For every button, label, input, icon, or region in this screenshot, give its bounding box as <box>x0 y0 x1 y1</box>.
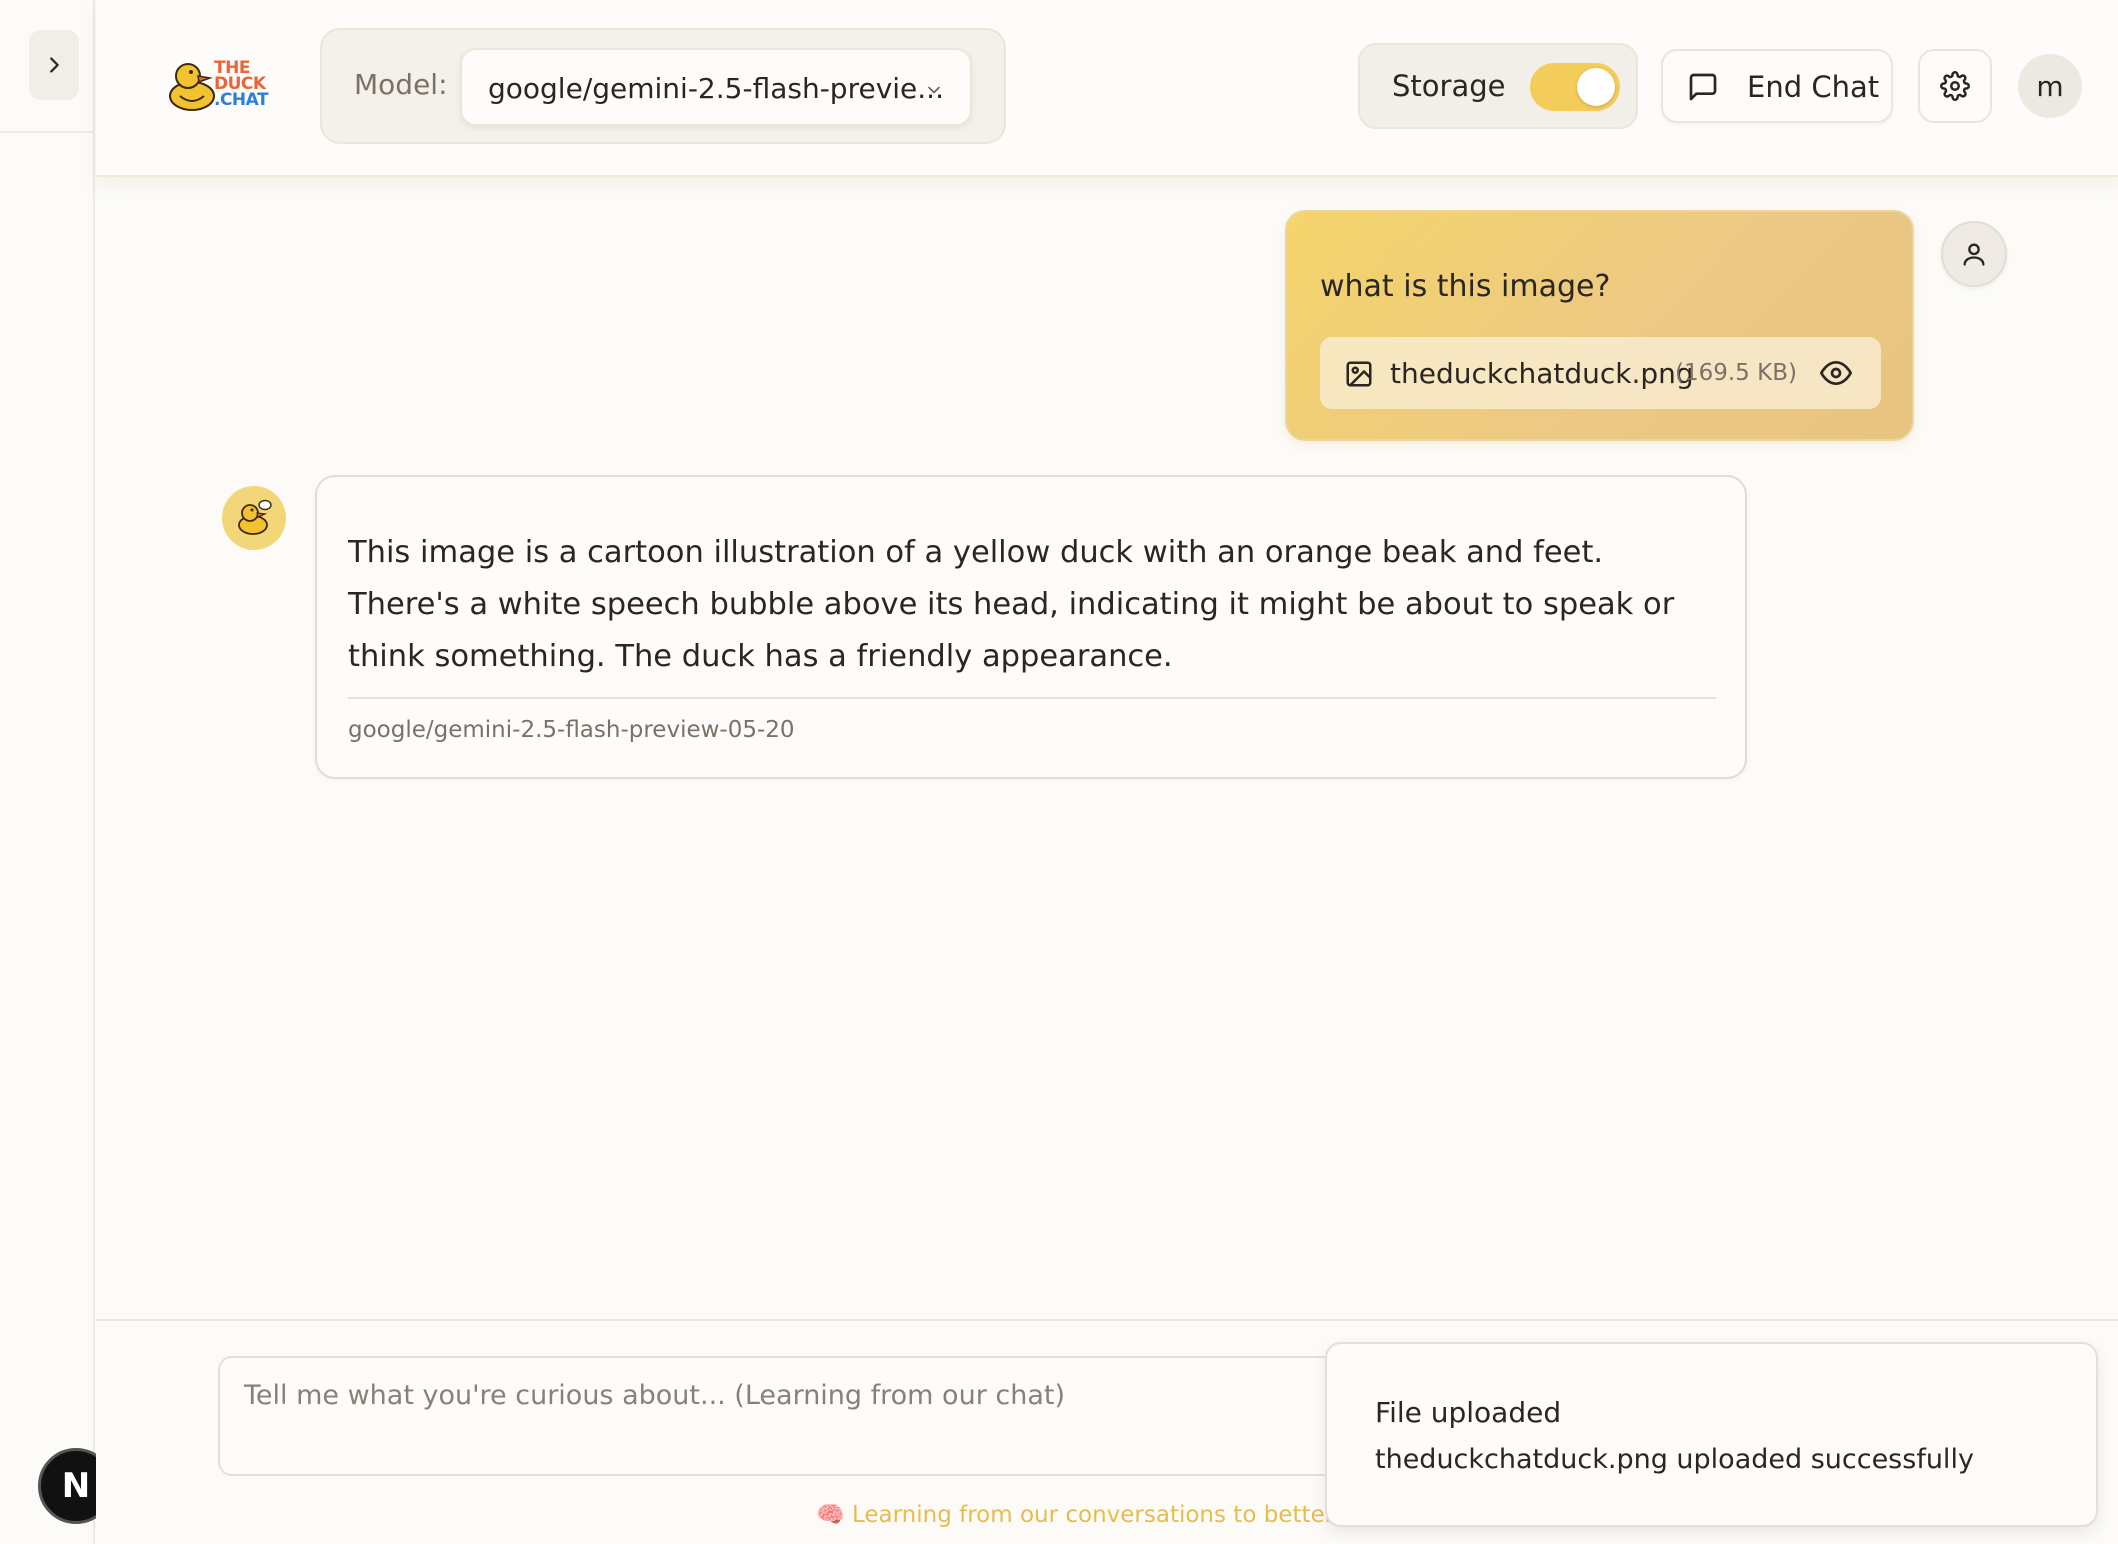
attachment-size: (169.5 KB) <box>1675 360 1797 386</box>
message-input-placeholder: Tell me what you're curious about... (Le… <box>244 1380 1065 1411</box>
learning-note: 🧠 Learning from our conversations to bet… <box>816 1502 1368 1528</box>
storage-toggle-knob <box>1577 68 1615 106</box>
sidebar-rail <box>0 0 95 1544</box>
assistant-message-divider <box>348 697 1716 699</box>
storage-label: Storage <box>1392 69 1506 103</box>
toast-title: File uploaded <box>1375 1396 1562 1429</box>
duck-icon <box>238 499 272 535</box>
model-label: Model: <box>354 68 448 101</box>
attachment-chip: theduckchatduck.png (169.5 KB) <box>1320 337 1881 409</box>
duck-logo-icon <box>169 63 215 111</box>
storage-control: Storage <box>1358 43 1638 129</box>
logo[interactable]: THE DUCK .CHAT <box>166 56 270 114</box>
account-avatar[interactable]: m <box>2018 54 2082 118</box>
message-square-icon <box>1689 73 1717 101</box>
user-avatar <box>1941 221 2007 287</box>
end-chat-button[interactable]: End Chat <box>1661 49 1893 123</box>
user-icon <box>1963 243 1985 266</box>
app: N THE DUCK .CHAT Model: google/gemini-2.… <box>0 0 2118 1544</box>
assistant-message-bubble: This image is a cartoon illustration of … <box>315 475 1747 779</box>
model-select-value: google/gemini-2.5-flash-previe... <box>488 72 944 105</box>
eye-icon[interactable] <box>1820 357 1852 389</box>
chevron-down-icon <box>928 86 940 94</box>
end-chat-label: End Chat <box>1747 70 1880 104</box>
account-avatar-initial: m <box>2036 69 2064 103</box>
message-input[interactable]: Tell me what you're curious about... (Le… <box>218 1356 1418 1476</box>
upload-toast[interactable]: File uploaded theduckchatduck.png upload… <box>1325 1342 2098 1527</box>
logo-wordmark: THE DUCK .CHAT <box>214 60 269 110</box>
assistant-avatar <box>222 486 286 550</box>
image-icon <box>1346 361 1372 387</box>
top-header: THE DUCK .CHAT Model: google/gemini-2.5-… <box>96 0 2118 177</box>
assistant-message-text: This image is a cartoon illustration of … <box>348 535 1675 674</box>
assistant-model-name: google/gemini-2.5-flash-preview-05-20 <box>348 717 795 743</box>
model-selector-group: Model: google/gemini-2.5-flash-previe... <box>320 28 1006 144</box>
gear-icon <box>1940 71 1970 101</box>
chevron-right-icon <box>50 57 59 73</box>
toast-message: theduckchatduck.png uploaded successfull… <box>1375 1444 1974 1475</box>
user-message-text: what is this image? <box>1320 269 1611 304</box>
framework-badge-letter: N <box>61 1466 91 1506</box>
sidebar-rail-top <box>0 0 93 133</box>
settings-button[interactable] <box>1918 49 1992 123</box>
sidebar-toggle-button[interactable] <box>29 30 79 100</box>
storage-toggle[interactable] <box>1530 63 1620 111</box>
user-message-bubble: what is this image? theduckchatduck.png … <box>1285 210 1914 441</box>
logo-line-3: .CHAT <box>214 90 269 110</box>
attachment-name: theduckchatduck.png <box>1390 357 1694 390</box>
model-select[interactable]: google/gemini-2.5-flash-previe... <box>460 48 972 126</box>
